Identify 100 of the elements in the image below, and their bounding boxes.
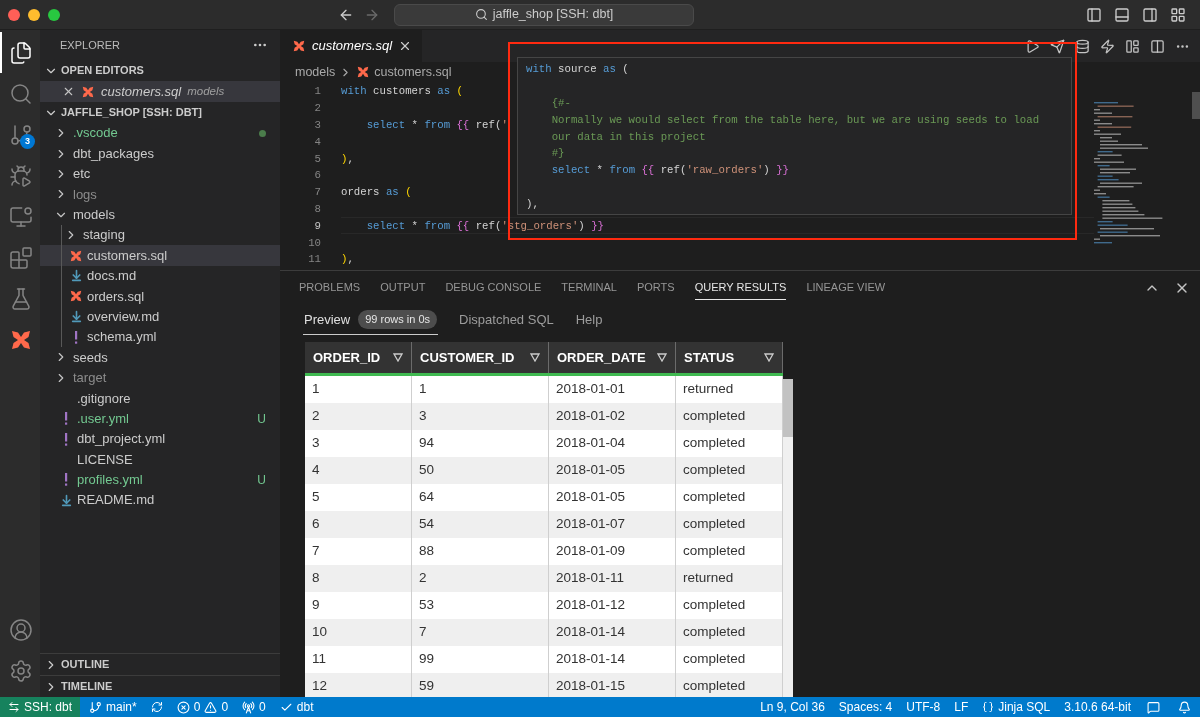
tree-item[interactable]: README.md <box>40 490 280 511</box>
error-count: 0 <box>193 699 201 716</box>
monitor-icon <box>9 204 33 229</box>
tree-item[interactable]: schema.yml <box>40 326 280 348</box>
section-header[interactable]: OUTLINE <box>40 654 280 675</box>
remote-indicator[interactable]: SSH: dbt <box>0 697 81 717</box>
tree-item[interactable]: orders.sql <box>40 286 280 307</box>
line-number: 10 <box>307 235 321 251</box>
status-item[interactable]: Ln 9, Col 36 <box>753 697 832 717</box>
panel-tab[interactable]: LINEAGE VIEW <box>806 276 886 300</box>
tree-item[interactable]: target <box>40 367 280 389</box>
toggle-panel-icon[interactable] <box>1114 6 1130 23</box>
file-name: .gitignore <box>77 389 132 408</box>
tree-item[interactable]: .gitignore <box>40 388 280 409</box>
sidebar-title: EXPLORER <box>60 37 120 53</box>
tree-item[interactable]: docs.md <box>40 265 280 287</box>
breadcrumb-item[interactable]: customers.sql <box>374 62 452 82</box>
filter-icon[interactable] <box>764 353 774 362</box>
tree-item[interactable]: .user.yml U <box>40 408 280 429</box>
panel-tab[interactable]: TERMINAL <box>561 276 617 300</box>
filter-icon[interactable] <box>530 353 540 362</box>
column-header[interactable]: STATUS <box>676 342 783 373</box>
split-editor-icon[interactable] <box>1150 38 1165 54</box>
filter-icon[interactable] <box>393 353 403 362</box>
toggle-sidebar-icon[interactable] <box>1086 6 1102 23</box>
open-editor-item[interactable]: customers.sql models <box>40 81 280 102</box>
line-number: 11 <box>307 252 321 268</box>
column-header[interactable]: CUSTOMER_ID <box>412 342 549 373</box>
file-name: orders.sql <box>87 287 146 306</box>
results-tab[interactable]: Help <box>574 305 604 335</box>
column-header[interactable]: ORDER_ID <box>305 342 412 373</box>
column-header[interactable]: ORDER_DATE <box>549 342 676 373</box>
branch-icon <box>89 700 103 714</box>
dbt-icon <box>69 248 83 263</box>
panel-tab[interactable]: PORTS <box>636 276 675 300</box>
git-status: U <box>257 471 266 489</box>
panel-tab[interactable]: DEBUG CONSOLE <box>445 276 542 300</box>
braces-icon <box>982 701 995 713</box>
maximize-window-button[interactable] <box>48 8 60 21</box>
ports-indicator[interactable]: 0 <box>237 697 271 717</box>
scrollbar[interactable] <box>1192 92 1200 119</box>
panel-tab[interactable]: PROBLEMS <box>299 276 361 300</box>
tree-item[interactable]: staging <box>40 224 280 246</box>
account-icon <box>9 617 33 642</box>
database-icon[interactable] <box>1075 38 1090 54</box>
lightning-icon[interactable] <box>1100 38 1115 54</box>
branch-indicator[interactable]: main* <box>84 697 142 717</box>
file-name: .user.yml <box>77 409 130 428</box>
tree-item[interactable]: seeds <box>40 347 280 368</box>
results-tab[interactable]: Preview 99 rows in 0s <box>303 305 439 335</box>
tree-item[interactable]: logs <box>40 184 280 205</box>
status-item[interactable]: UTF-8 <box>899 697 948 717</box>
language-mode[interactable]: Jinja SQL <box>975 697 1058 717</box>
editor-tab[interactable]: customers.sql <box>280 30 423 62</box>
results-tab[interactable]: Dispatched SQL <box>458 305 555 335</box>
source-control-button[interactable]: 3 <box>0 114 40 155</box>
file-name: profiles.yml <box>77 471 144 490</box>
file-name: dbt_project.yml <box>77 430 167 449</box>
line-number: 1 <box>313 84 321 100</box>
toggle-secondary-sidebar-icon[interactable] <box>1142 6 1158 23</box>
section-header[interactable]: OPEN EDITORS <box>40 60 280 81</box>
run-icon[interactable] <box>1025 38 1040 54</box>
run-debug-icon <box>9 163 33 188</box>
files-icon <box>9 40 33 65</box>
status-item[interactable]: LF <box>947 697 976 717</box>
section-header[interactable]: TIMELINE <box>40 676 280 697</box>
tree-item[interactable]: customers.sql <box>40 245 280 266</box>
tree-item[interactable]: dbt_project.yml <box>40 428 280 450</box>
panel-tab[interactable]: QUERY RESULTS <box>694 276 787 300</box>
send-icon[interactable] <box>1050 38 1065 54</box>
command-center[interactable]: jaffle_shop [SSH: dbt] <box>394 3 694 26</box>
filter-icon[interactable] <box>657 353 667 362</box>
layout-icon[interactable] <box>1125 38 1140 54</box>
section-header[interactable]: JAFFLE_SHOP [SSH: DBT] <box>40 102 280 123</box>
settings-icon <box>9 658 33 683</box>
tree-item[interactable]: dbt_packages <box>40 143 280 164</box>
tree-item[interactable]: models <box>40 204 280 225</box>
panel-tab[interactable]: OUTPUT <box>380 276 426 300</box>
tree-item[interactable]: .vscode <box>40 123 280 144</box>
scrollbar-thumb[interactable] <box>783 379 793 437</box>
tree-item[interactable]: etc <box>40 163 280 185</box>
minimize-window-button[interactable] <box>28 8 40 21</box>
line-number: 7 <box>313 185 321 201</box>
line-number: 6 <box>313 168 321 184</box>
dbt-status[interactable]: dbt <box>274 697 319 717</box>
dbt-icon <box>81 84 95 99</box>
tree-item[interactable]: LICENSE <box>40 449 280 470</box>
breadcrumb-item[interactable]: models <box>295 62 336 82</box>
close-window-button[interactable] <box>8 8 20 21</box>
line-number: 9 <box>313 218 321 234</box>
row-count-badge: 99 rows in 0s <box>358 310 438 329</box>
tree-item[interactable]: overview.md <box>40 306 280 327</box>
file-name: dbt_packages <box>73 144 155 163</box>
tree-item[interactable]: profiles.yml U <box>40 469 280 491</box>
close-icon[interactable] <box>62 85 75 98</box>
layout-icon[interactable] <box>1170 6 1186 23</box>
status-item[interactable]: Spaces: 4 <box>831 697 900 717</box>
status-item[interactable]: 3.10.6 64-bit <box>1057 697 1138 717</box>
problems-indicator[interactable]: 0 0 <box>171 697 234 717</box>
code-line: Normally we would select from the table here, but we are using seeds to load <box>550 112 1041 128</box>
